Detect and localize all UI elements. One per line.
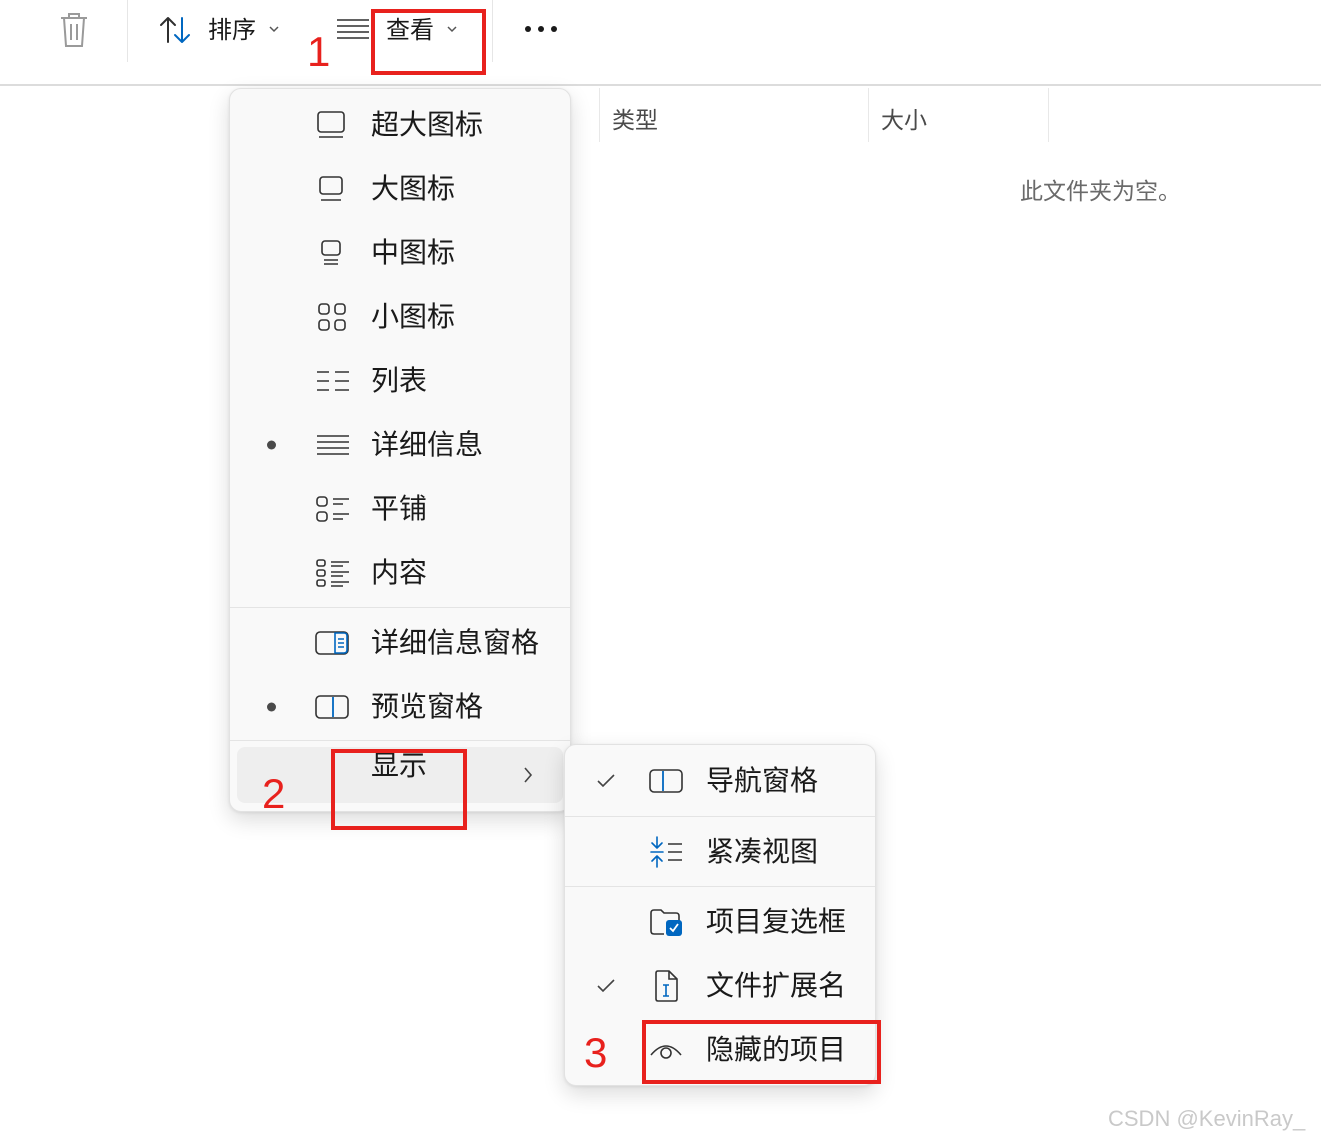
menu-item-label: 超大图标: [371, 108, 484, 141]
medium-icons-icon: [321, 240, 341, 265]
preview-pane-icon: [315, 695, 349, 719]
file-extension-icon: [655, 970, 678, 1002]
details-view-icon: [317, 435, 349, 455]
menu-item-label: 项目复选框: [706, 905, 847, 938]
menu-item-label: 详细信息窗格: [371, 626, 540, 659]
sort-button[interactable]: 排序: [158, 12, 288, 50]
view-lines-icon: [337, 19, 369, 39]
menu-item-large-icons[interactable]: 大图标: [230, 161, 570, 217]
menu-separator: [230, 607, 570, 608]
watermark: CSDN @KevinRay_: [1108, 1106, 1306, 1131]
chevron-down-icon: [269, 26, 279, 33]
menu-item-item-checkboxes[interactable]: 项目复选框: [565, 894, 875, 950]
selected-bullet-icon: [267, 440, 276, 450]
more-options-button[interactable]: [520, 14, 564, 44]
annotation-number-2: 2: [262, 770, 286, 817]
compact-view-icon: [650, 836, 682, 868]
empty-folder-message: 此文件夹为空。: [1020, 179, 1181, 205]
menu-item-label: 预览窗格: [371, 690, 484, 723]
column-separator: [599, 88, 600, 142]
column-separator: [1048, 88, 1049, 142]
trash-icon: [61, 13, 87, 47]
menu-item-label: 大图标: [371, 172, 456, 205]
menu-item-tiles[interactable]: 平铺: [230, 481, 570, 537]
menu-item-label: 中图标: [371, 236, 456, 269]
menu-item-details[interactable]: 详细信息: [230, 417, 570, 473]
navigation-pane-icon: [649, 769, 683, 793]
menu-item-label: 详细信息: [371, 428, 484, 461]
small-icons-icon: [318, 303, 346, 331]
annotation-box-3: [642, 1020, 881, 1084]
menu-item-medium-icons[interactable]: 中图标: [230, 225, 570, 281]
menu-item-navigation-pane[interactable]: 导航窗格: [565, 753, 875, 809]
menu-item-label: 文件扩展名: [706, 969, 847, 1002]
details-pane-icon: [315, 631, 349, 655]
annotation-box-2: [331, 749, 467, 830]
sort-label: 排序: [208, 16, 256, 44]
large-icons-icon: [319, 176, 343, 201]
toolbar-divider: [0, 84, 1321, 86]
menu-item-extra-large-icons[interactable]: 超大图标: [230, 97, 570, 153]
delete-button[interactable]: [56, 10, 92, 50]
toolbar-separator: [127, 0, 128, 62]
selected-bullet-icon: [267, 702, 276, 712]
menu-separator: [565, 886, 875, 887]
list-view-icon: [317, 371, 349, 391]
column-header-size[interactable]: 大小: [881, 101, 927, 135]
menu-item-label: 紧凑视图: [706, 835, 819, 868]
menu-item-list[interactable]: 列表: [230, 353, 570, 409]
menu-item-label: 内容: [371, 556, 428, 589]
folder-checkbox-icon: [650, 909, 682, 936]
menu-item-details-pane[interactable]: 详细信息窗格: [230, 615, 570, 671]
chevron-right-icon: [524, 767, 533, 783]
sort-arrows-icon: [160, 17, 190, 43]
tiles-view-icon: [316, 496, 349, 522]
annotation-number-1: 1: [307, 28, 331, 75]
annotation-number-3: 3: [584, 1029, 608, 1076]
menu-separator: [565, 816, 875, 817]
checkmark-icon: [597, 774, 615, 788]
menu-item-label: 导航窗格: [706, 764, 819, 797]
view-menu: 超大图标 大图标 中图标 小图标 列表 详细信息 平铺 内容 详细信息窗格 预览…: [229, 88, 571, 812]
more-dots-icon: [525, 26, 557, 32]
menu-item-small-icons[interactable]: 小图标: [230, 289, 570, 345]
menu-item-content[interactable]: 内容: [230, 545, 570, 601]
extra-large-icons-icon: [317, 111, 345, 138]
menu-separator: [230, 740, 570, 741]
column-separator: [868, 88, 869, 142]
menu-item-label: 小图标: [371, 300, 456, 333]
menu-item-file-extensions[interactable]: 文件扩展名: [565, 958, 875, 1014]
checkmark-icon: [597, 979, 615, 993]
content-view-icon: [316, 559, 349, 587]
annotation-box-1: [371, 9, 486, 75]
menu-item-label: 列表: [371, 364, 428, 397]
menu-item-preview-pane[interactable]: 预览窗格: [230, 679, 570, 735]
toolbar-separator: [492, 0, 493, 62]
menu-item-compact-view[interactable]: 紧凑视图: [565, 824, 875, 880]
column-header-type[interactable]: 类型: [612, 101, 658, 135]
menu-item-label: 平铺: [371, 492, 428, 525]
